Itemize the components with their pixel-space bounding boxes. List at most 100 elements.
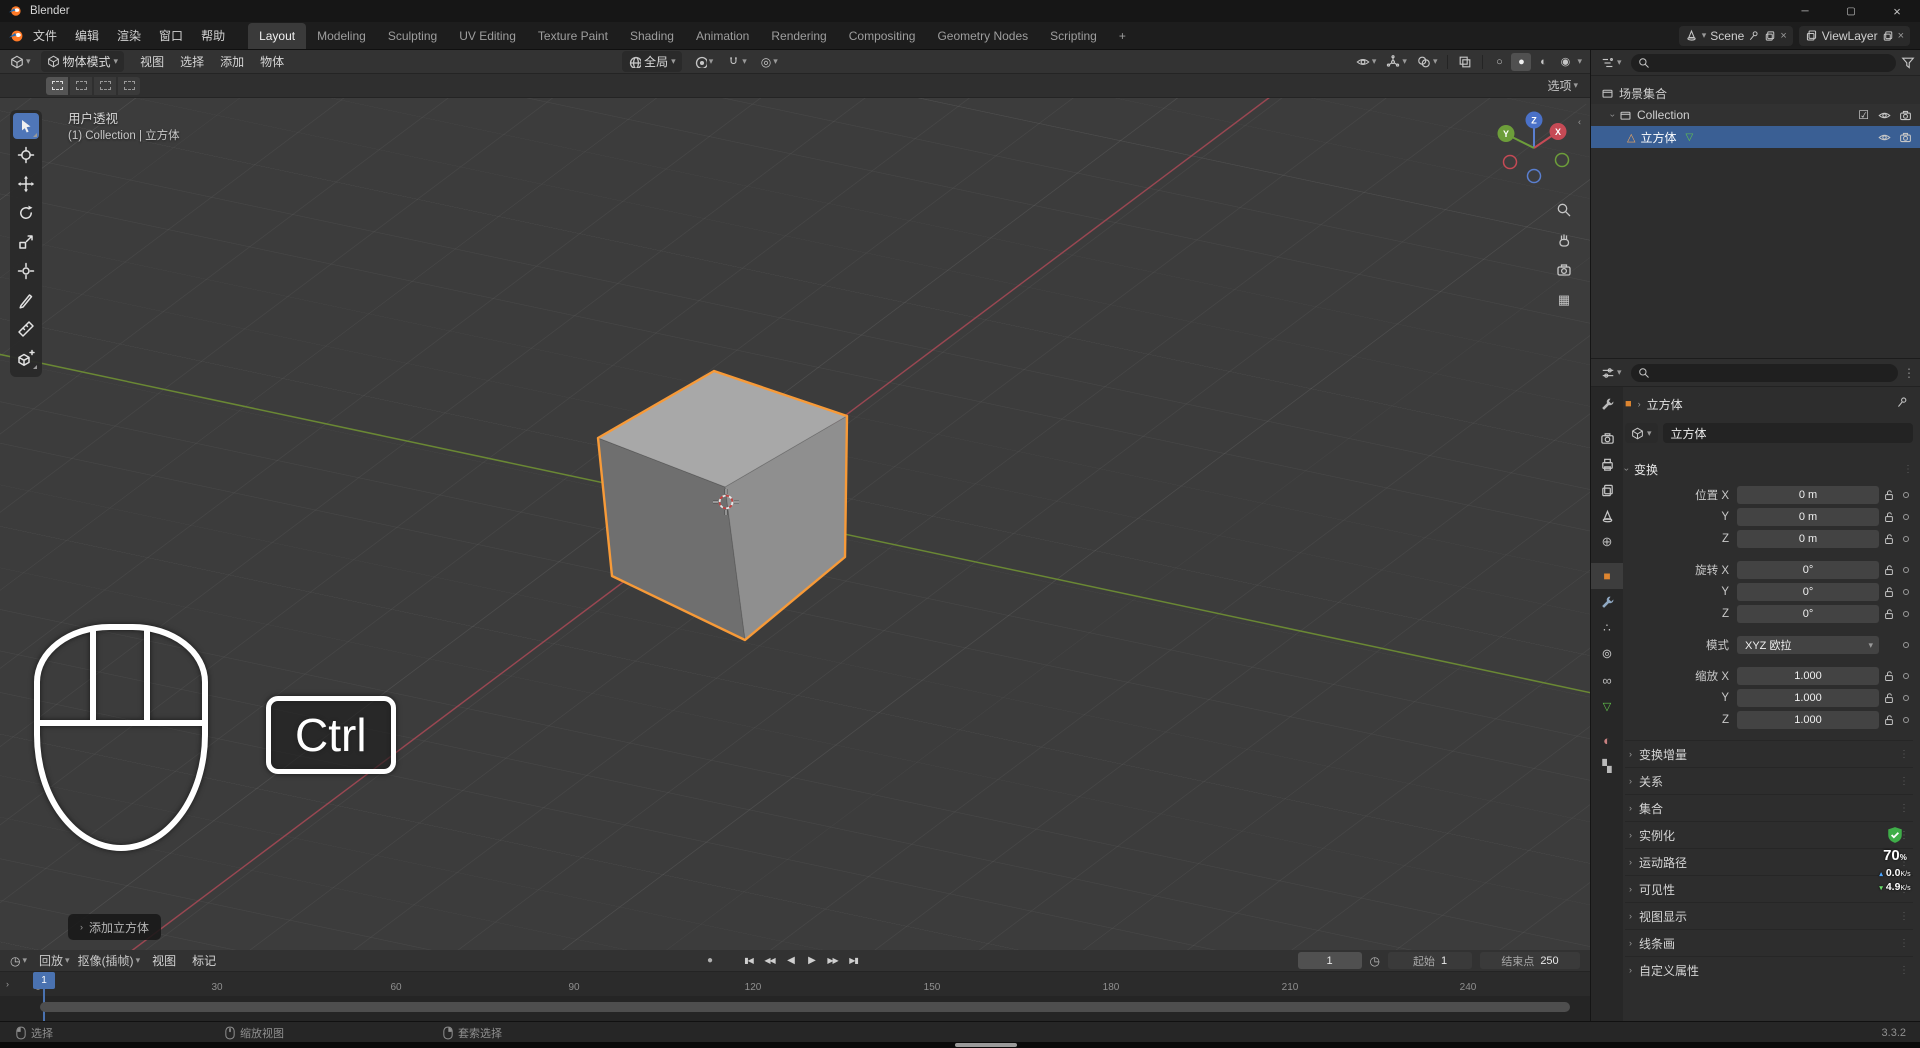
lock-icon[interactable] <box>1879 533 1899 545</box>
workspace-tab-uv-editing[interactable]: UV Editing <box>448 23 527 49</box>
jump-to-start-button[interactable]: ▮◀ <box>739 952 758 969</box>
timeline-scrollbar[interactable] <box>40 1002 1570 1012</box>
scale-y-field[interactable]: 1.000 <box>1737 689 1879 707</box>
animate-dot[interactable] <box>1899 536 1913 542</box>
xray-toggle[interactable] <box>1454 55 1476 69</box>
current-frame-field[interactable]: 1 <box>1297 952 1362 969</box>
lock-icon[interactable] <box>1879 586 1899 598</box>
lock-icon[interactable] <box>1879 564 1899 576</box>
gizmo-x-neg-axis[interactable] <box>1502 154 1518 170</box>
tab-view-layer[interactable] <box>1591 477 1623 503</box>
menu-render[interactable]: 渲染 <box>108 22 150 50</box>
viewport-menu-object[interactable]: 物体 <box>252 53 292 70</box>
rotation-y-field[interactable]: 0° <box>1737 583 1879 601</box>
view-layer-selector[interactable]: ViewLayer × <box>1798 25 1910 46</box>
proportional-editing-button[interactable]: ◎ ▾ <box>757 55 782 69</box>
object-id-button[interactable]: ▾ <box>1625 423 1658 443</box>
auto-keying-button[interactable]: ● <box>700 952 719 969</box>
playhead[interactable]: 1 <box>33 972 55 989</box>
animate-dot[interactable] <box>1899 642 1913 648</box>
mode-selector[interactable]: 物体模式 ▾ <box>40 51 125 72</box>
lock-icon[interactable] <box>1879 692 1899 704</box>
outliner-editor-type-button[interactable]: ▾ <box>1597 56 1626 70</box>
tool-rotate[interactable] <box>13 200 39 226</box>
select-mode-extend-button[interactable] <box>70 76 92 95</box>
menu-window[interactable]: 窗口 <box>150 22 192 50</box>
tool-select-box[interactable] <box>13 113 39 139</box>
scale-z-field[interactable]: 1.000 <box>1737 711 1879 729</box>
disclosure-icon[interactable]: › <box>1608 114 1618 117</box>
camera-view-button[interactable] <box>1552 258 1576 282</box>
lock-icon[interactable] <box>1879 489 1899 501</box>
use-preview-range-icon[interactable]: ◷ <box>1370 954 1380 968</box>
play-reverse-button[interactable]: ◀ <box>781 952 800 969</box>
workspace-tab-shading[interactable]: Shading <box>619 23 685 49</box>
timeline-expand-icon[interactable]: › <box>6 980 9 989</box>
editor-type-button[interactable]: ▾ <box>6 55 35 69</box>
menu-file[interactable]: 文件 <box>24 22 66 50</box>
animate-dot[interactable] <box>1899 717 1913 723</box>
select-mode-intersect-button[interactable] <box>118 76 140 95</box>
outliner-row-collection[interactable]: › Collection ☑ <box>1591 104 1920 126</box>
outliner-row-cube[interactable]: △ 立方体 ▽ <box>1591 126 1920 148</box>
menu-edit[interactable]: 编辑 <box>66 22 108 50</box>
shading-material-button[interactable]: ◐ <box>1533 53 1553 71</box>
navigation-gizmo[interactable]: Z X Y <box>1492 106 1576 190</box>
cube-object[interactable] <box>596 369 849 642</box>
animate-dot[interactable] <box>1899 589 1913 595</box>
remove-view-layer-icon[interactable]: × <box>1898 30 1904 42</box>
rotation-mode-dropdown[interactable]: XYZ 欧拉 ▾ <box>1737 636 1879 654</box>
tab-tool[interactable] <box>1591 391 1623 417</box>
tool-measure[interactable] <box>13 316 39 342</box>
section-custom-properties[interactable]: › 自定义属性 ⋮ <box>1625 956 1913 983</box>
new-scene-icon[interactable] <box>1764 30 1776 42</box>
tab-physics[interactable]: ⊚ <box>1591 641 1623 667</box>
transform-orientation-selector[interactable]: 全局 ▾ <box>622 51 682 72</box>
disable-render-icon[interactable] <box>1899 131 1912 144</box>
workspace-tab-modeling[interactable]: Modeling <box>306 23 377 49</box>
pan-tool-button[interactable] <box>1552 228 1576 252</box>
workspace-tab-texture-paint[interactable]: Texture Paint <box>527 23 619 49</box>
location-z-field[interactable]: 0 m <box>1737 530 1879 548</box>
section-delta-transform[interactable]: › 变换增量 ⋮ <box>1625 740 1913 767</box>
tool-add-cube[interactable] <box>13 345 39 371</box>
tab-modifiers[interactable] <box>1591 589 1623 615</box>
overlays-button[interactable]: ▾ <box>1413 55 1442 69</box>
timeline-ruler[interactable]: › 0 30 60 90 120 150 180 210 240 <box>0 972 1590 996</box>
section-instancing[interactable]: › 实例化 ⋮ <box>1625 821 1913 848</box>
section-motion-paths[interactable]: › 运动路径 ⋮ <box>1625 848 1913 875</box>
tab-texture[interactable]: ▚ <box>1591 753 1623 779</box>
object-visibility-button[interactable]: ▾ <box>1352 55 1381 69</box>
tab-material[interactable]: ◐ <box>1591 727 1623 753</box>
tab-world[interactable]: ⊕ <box>1591 529 1623 555</box>
blender-menu-icon[interactable] <box>8 28 24 44</box>
workspace-tab-compositing[interactable]: Compositing <box>838 23 927 49</box>
tab-render[interactable] <box>1591 425 1623 451</box>
chevron-down-icon[interactable]: ▾ <box>1577 57 1582 66</box>
pin-icon[interactable] <box>1748 30 1760 42</box>
animate-dot[interactable] <box>1899 673 1913 679</box>
disable-render-icon[interactable] <box>1899 109 1912 122</box>
filter-icon[interactable] <box>1901 56 1915 70</box>
location-x-field[interactable]: 0 m <box>1737 486 1879 504</box>
gizmos-button[interactable]: ▾ <box>1382 55 1411 69</box>
playback-menu[interactable]: 回放 ▾ <box>35 952 74 969</box>
tab-object-data[interactable]: ▽ <box>1591 693 1623 719</box>
shading-rendered-button[interactable]: ◉ <box>1555 53 1575 71</box>
maximize-button[interactable]: ▢ <box>1828 0 1874 22</box>
rotation-z-field[interactable]: 0° <box>1737 605 1879 623</box>
properties-editor-type-button[interactable]: ▾ <box>1597 366 1626 380</box>
menu-help[interactable]: 帮助 <box>192 22 234 50</box>
jump-to-end-button[interactable]: ▶▮ <box>844 952 863 969</box>
outliner-row-scene-collection[interactable]: 场景集合 <box>1591 82 1920 104</box>
animate-dot[interactable] <box>1899 611 1913 617</box>
tool-annotate[interactable] <box>13 287 39 313</box>
workspace-tab-animation[interactable]: Animation <box>685 23 760 49</box>
exclude-checkbox[interactable]: ☑ <box>1858 108 1869 122</box>
animate-dot[interactable] <box>1899 514 1913 520</box>
zoom-tool-button[interactable] <box>1552 198 1576 222</box>
operator-panel[interactable]: › 添加立方体 <box>68 914 162 940</box>
lock-icon[interactable] <box>1879 608 1899 620</box>
hide-eye-icon[interactable] <box>1878 109 1891 122</box>
previous-keyframe-button[interactable]: ◀◀ <box>760 952 779 969</box>
